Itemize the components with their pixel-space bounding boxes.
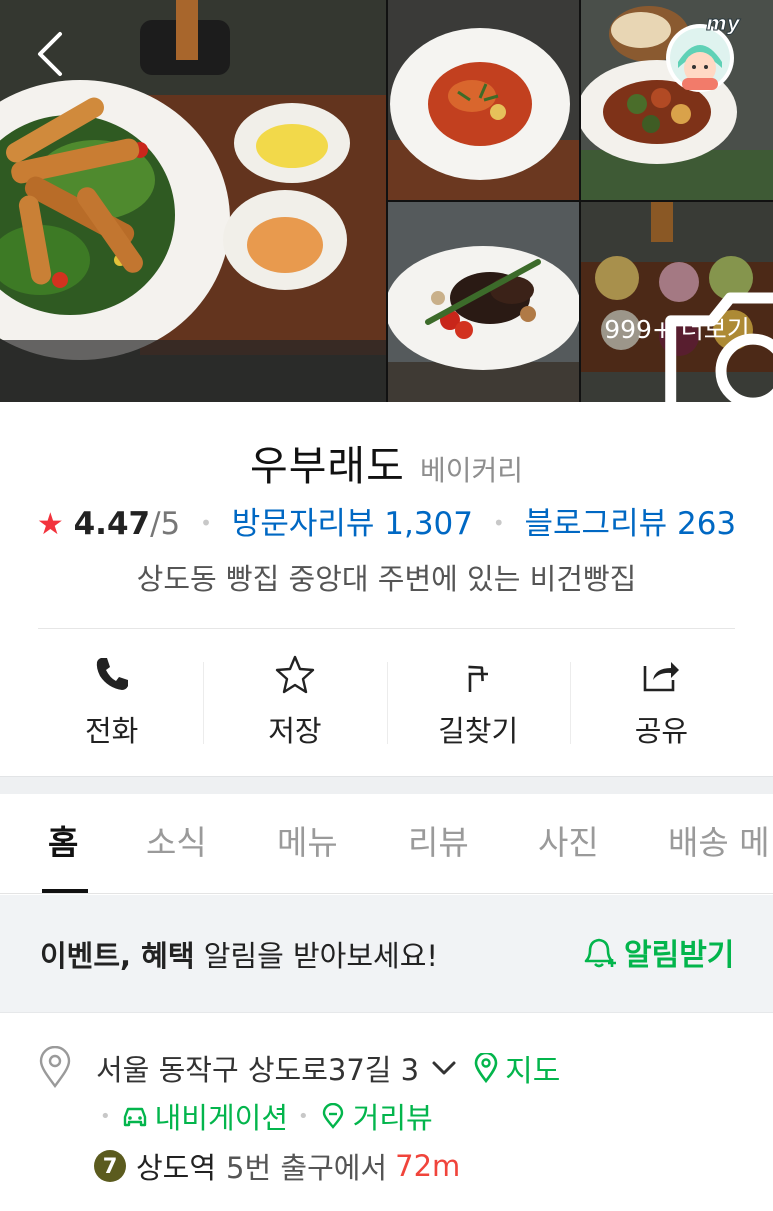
alarm-message-bold: 이벤트, 혜택 <box>40 939 195 973</box>
visitor-review-link[interactable]: 방문자리뷰 1,307 <box>232 506 473 542</box>
share-icon <box>644 662 680 692</box>
place-category: 베이커리 <box>419 454 524 487</box>
address-row: 서울 동작구 상도로37길 3 지도 <box>96 1046 560 1090</box>
call-label: 전화 <box>84 714 139 748</box>
separator-dot: • <box>100 1105 111 1127</box>
separator-dot: • <box>200 511 212 535</box>
call-button[interactable]: 전화 <box>20 650 203 750</box>
streetview-icon <box>322 1103 343 1129</box>
chevron-down-icon[interactable] <box>431 1059 457 1077</box>
gallery-photo-4[interactable] <box>388 202 579 402</box>
address-text: 서울 동작구 상도로37길 3 <box>96 1053 420 1087</box>
share-label: 공유 <box>634 714 689 748</box>
alarm-banner: 이벤트, 혜택 알림을 받아보세요! 알림받기 <box>0 895 773 1013</box>
share-button[interactable]: 공유 <box>569 650 753 750</box>
divider <box>38 628 735 629</box>
streetview-link[interactable]: 거리뷰 <box>319 1095 433 1137</box>
save-button[interactable]: 저장 <box>203 650 386 750</box>
photo-gallery: 999+ 더보기 my <box>0 0 773 402</box>
chevron-left-icon[interactable] <box>30 28 74 80</box>
tab-active-indicator <box>42 889 88 893</box>
map-pin-icon <box>474 1053 498 1083</box>
tab-home[interactable]: 홈 <box>48 816 78 864</box>
alarm-subscribe-button[interactable]: 알림받기 <box>580 929 734 975</box>
steak-photo <box>388 202 579 402</box>
alarm-message-rest: 알림을 받아보세요! <box>194 939 439 973</box>
more-photos-label: 999+ 더보기 <box>604 315 750 344</box>
my-avatar-icon[interactable]: my <box>662 12 742 94</box>
streetview-label: 거리뷰 <box>352 1101 433 1135</box>
separator-dot: • <box>298 1105 309 1127</box>
pasta-photo <box>388 0 579 200</box>
directions-button[interactable]: 길찾기 <box>386 650 570 750</box>
subway-row: 7 상도역 5번 출구에서 72m <box>94 1144 460 1188</box>
navigation-row: • 내비게이션 • 거리뷰 <box>90 1094 433 1138</box>
place-title-row: 우부래도 베이커리 <box>0 432 773 492</box>
alarm-message: 이벤트, 혜택 알림을 받아보세요! <box>40 933 438 975</box>
separator-dot: • <box>492 511 505 535</box>
gallery-photo-2[interactable] <box>388 0 579 200</box>
tab-delivery[interactable]: 배송 메 <box>668 816 770 864</box>
bell-plus-icon <box>584 938 616 968</box>
rating-row: ★ 4.47/5 • 방문자리뷰 1,307 • 블로그리뷰 263 <box>0 498 773 543</box>
blog-review-link[interactable]: 블로그리뷰 263 <box>525 506 737 542</box>
tab-menu[interactable]: 메뉴 <box>277 816 338 864</box>
station-exit: 5번 출구에서 <box>226 1151 388 1185</box>
location-pin-icon <box>39 1046 71 1088</box>
rating-value: 4.47 <box>73 506 151 542</box>
star-outline-icon <box>275 655 315 694</box>
navigation-link[interactable]: 내비게이션 <box>121 1095 288 1137</box>
directions-label: 길찾기 <box>438 714 519 748</box>
tab-bar: 홈 소식 메뉴 리뷰 사진 배송 메 <box>0 794 773 894</box>
navigation-label: 내비게이션 <box>154 1101 289 1135</box>
station-distance: 72m <box>395 1149 461 1183</box>
section-divider <box>0 776 773 794</box>
my-label: my <box>706 12 741 35</box>
tab-photos[interactable]: 사진 <box>538 816 599 864</box>
save-label: 저장 <box>268 714 322 748</box>
place-description: 상도동 빵집 중앙대 주변에 있는 비건빵집 <box>136 562 637 596</box>
station-name: 상도역 <box>136 1151 217 1185</box>
tab-reviews[interactable]: 리뷰 <box>408 816 469 864</box>
map-link[interactable]: 지도 <box>473 1046 560 1090</box>
directions-icon <box>468 665 489 692</box>
star-filled-icon: ★ <box>36 507 64 542</box>
subway-line-badge: 7 <box>94 1150 126 1182</box>
car-icon <box>123 1107 146 1127</box>
rating-max: /5 <box>150 506 181 542</box>
phone-icon <box>96 658 128 690</box>
map-link-label: 지도 <box>505 1054 561 1089</box>
tab-news[interactable]: 소식 <box>146 816 207 864</box>
place-name: 우부래도 <box>249 442 405 490</box>
gallery-more-photos[interactable]: 999+ 더보기 <box>581 202 773 402</box>
action-bar: 전화 저장 길찾기 공유 <box>20 650 753 750</box>
alarm-subscribe-label: 알림받기 <box>624 938 735 973</box>
